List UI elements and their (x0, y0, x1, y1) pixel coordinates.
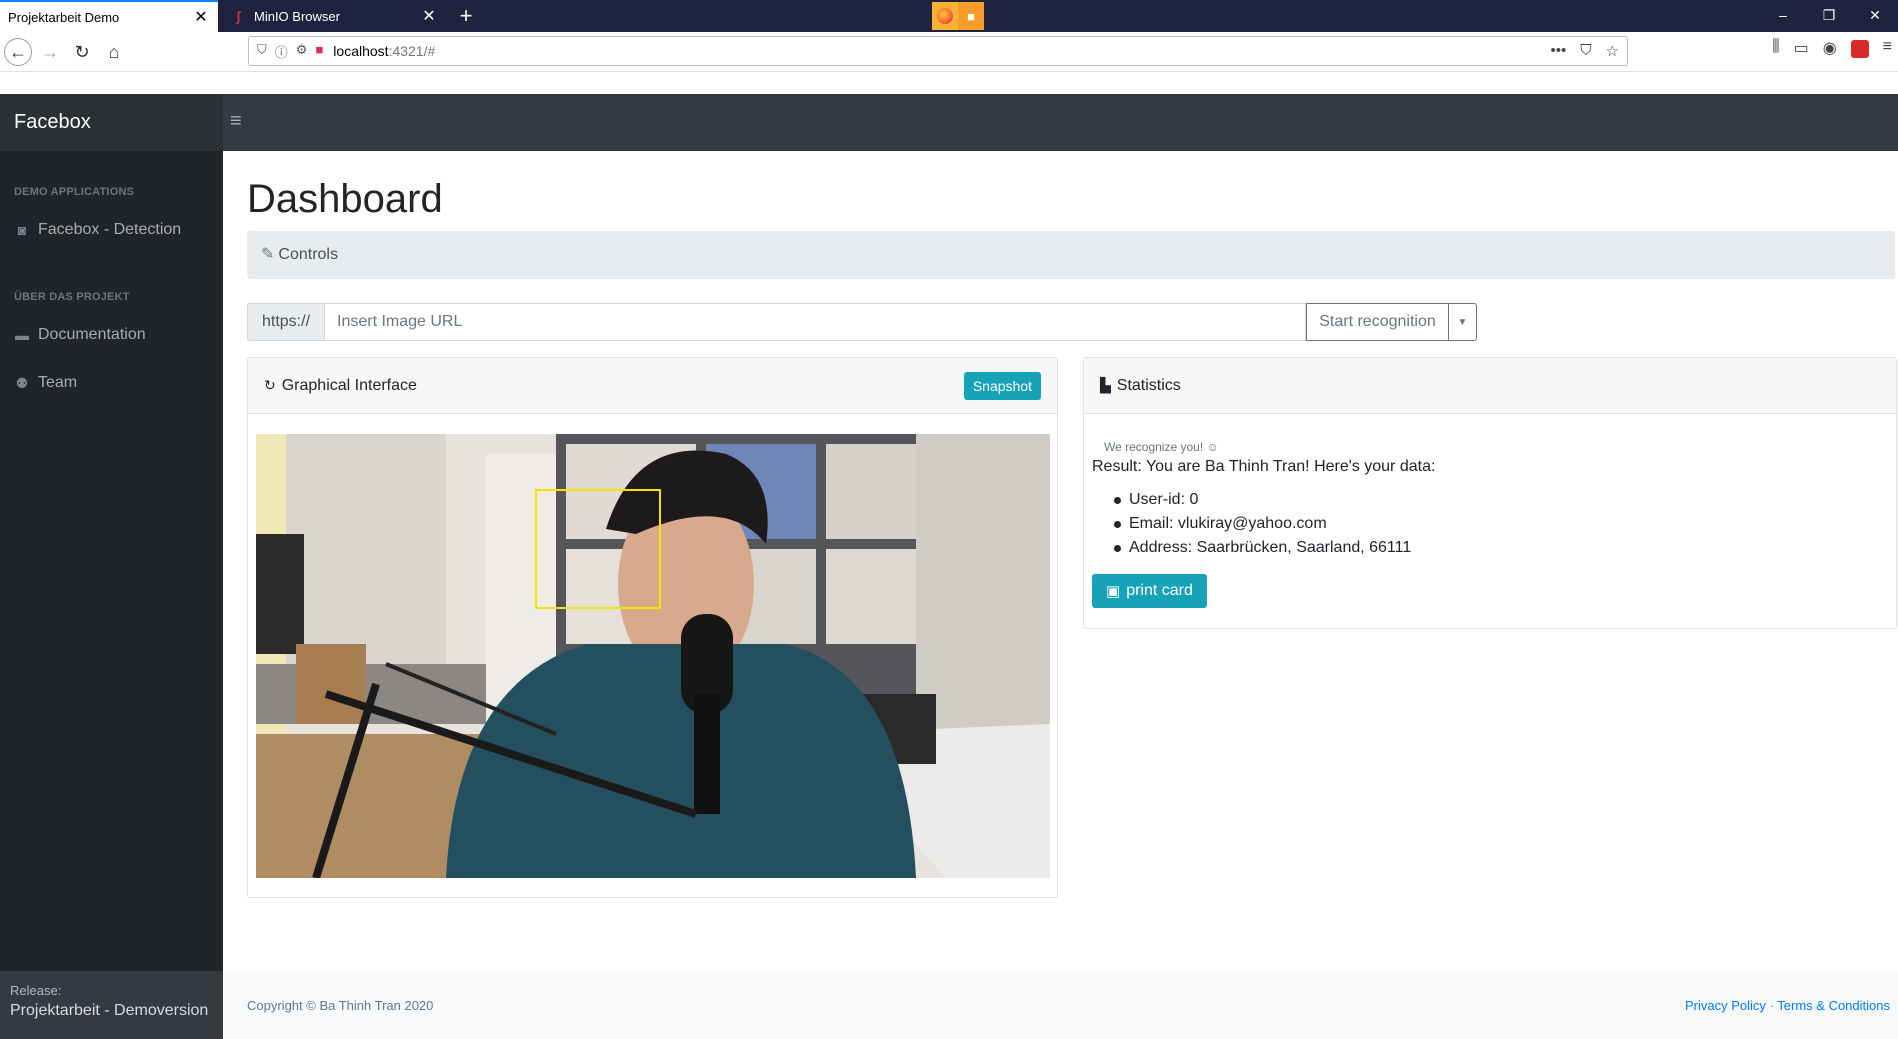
chevron-down-icon[interactable]: ▼ (1449, 303, 1477, 341)
firefox-icon (932, 2, 958, 30)
new-tab-button[interactable]: + (452, 2, 480, 30)
browser-tab-bar: Projektarbeit Demo ✕ ʃ MinIO Browser ✕ +… (0, 0, 1898, 32)
image-url-input[interactable] (325, 303, 1306, 341)
brand-logo[interactable]: Facebox (0, 94, 223, 151)
url-security-icons: ⛉ ⓘ ⚙ ■ (257, 42, 323, 61)
page-actions-icon[interactable]: ••• (1551, 42, 1567, 60)
sidebar-item-label: Facebox - Detection (38, 221, 182, 238)
sidebar-heading-demo: DEMO APPLICATIONS (14, 186, 135, 198)
tab-title: MinIO Browser (254, 8, 340, 24)
terms-conditions-link[interactable]: Terms & Conditions (1777, 998, 1890, 1013)
list-item-user-id: User-id: 0 (1114, 488, 1888, 512)
users-icon: ⚉ (15, 374, 29, 391)
user-data-list: User-id: 0 Email: vlukiray@yahoo.com Add… (1114, 488, 1888, 560)
print-card-label: print card (1126, 582, 1193, 599)
sidebar-item-label: Team (38, 374, 78, 391)
image-url-input-group: https:// Start recognition ▼ (247, 303, 1477, 341)
back-button[interactable]: ← (4, 38, 32, 66)
footer-links: Privacy Policy · Terms & Conditions (1685, 998, 1890, 1013)
sidebar-item-label: Documentation (38, 326, 146, 343)
sidebar-icon[interactable]: ▭ (1794, 38, 1809, 58)
card-header: ↻ Graphical Interface Snapshot (248, 358, 1057, 414)
close-icon[interactable]: ✕ (420, 6, 438, 26)
spinner-icon: ↻ (264, 377, 276, 393)
camera-icon: ◙ (17, 222, 27, 238)
tab-title: Projektarbeit Demo (8, 9, 120, 25)
controls-label: Controls (278, 246, 338, 263)
restore-button[interactable]: ❐ (1806, 0, 1852, 32)
url-path: :4321/# (388, 43, 436, 59)
page-top-margin (0, 72, 1898, 94)
card-title: Statistics (1116, 376, 1181, 394)
url-host: localhost (333, 43, 389, 59)
list-item-email: Email: vlukiray@yahoo.com (1114, 512, 1888, 536)
release-label: Release: (10, 983, 62, 998)
app-topbar: Facebox ≡ (0, 94, 1898, 151)
webcam-video (256, 434, 1050, 878)
minimize-button[interactable]: – (1760, 0, 1806, 32)
sharing-indicator[interactable]: ■ (932, 2, 984, 30)
camera-permission-icon[interactable]: ■ (315, 42, 323, 61)
graphical-interface-card: ↻ Graphical Interface Snapshot (247, 357, 1058, 898)
privacy-policy-link[interactable]: Privacy Policy (1685, 998, 1766, 1013)
camera-sharing-icon: ■ (958, 2, 984, 30)
sidebar: DEMO APPLICATIONS ◙ Facebox - Detection … (0, 151, 223, 1039)
main-content: Dashboard ✎Controls https:// Start recog… (223, 151, 1898, 971)
info-icon[interactable]: ⓘ (275, 42, 288, 61)
minio-logo-icon: ʃ (236, 8, 241, 24)
page-title: Dashboard (247, 177, 443, 221)
footer-separator: · (1769, 998, 1774, 1013)
card-header: ▙ Statistics (1084, 358, 1896, 414)
statistics-body: We recognize you! ☺ Result: You are Ba T… (1084, 414, 1896, 608)
controls-breadcrumb: ✎ Controls (247, 231, 1895, 279)
result-text: Result: You are Ba Thinh Tran! Here's yo… (1092, 458, 1436, 475)
print-card-button[interactable]: ▣ print card (1092, 574, 1207, 608)
snapshot-button[interactable]: Snapshot (963, 371, 1041, 400)
menu-icon[interactable]: ≡ (1883, 38, 1892, 58)
shield-icon[interactable]: ⛉ (257, 42, 267, 61)
copyright-text: Copyright © Ba Thinh Tran 2020 (247, 998, 434, 1013)
tab-projektarbeit-demo[interactable]: Projektarbeit Demo ✕ (0, 0, 218, 32)
sidebar-footer: Release: Projektarbeit - Demoversion (0, 971, 223, 1039)
browser-navbar: ← → ↻ ⌂ ⛉ ⓘ ⚙ ■ localhost:4321/# ••• ⛉ ☆… (0, 32, 1898, 72)
close-icon[interactable]: ✕ (192, 7, 210, 27)
account-icon[interactable]: ◉ (1823, 38, 1837, 58)
comment-icon: ▬ (15, 327, 29, 343)
url-actions: ••• ⛉ ☆ (1551, 42, 1619, 60)
sidebar-item-documentation[interactable]: ▬ Documentation (14, 326, 146, 344)
statistics-card: ▙ Statistics We recognize you! ☺ Result:… (1083, 357, 1897, 629)
id-card-icon: ▣ (1106, 583, 1121, 600)
webcam-frame (256, 434, 1050, 878)
release-value: Projektarbeit - Demoversion (10, 1002, 209, 1019)
pocket-icon[interactable]: ⛉ (1580, 42, 1591, 60)
sidebar-item-team[interactable]: ⚉ Team (14, 374, 77, 392)
permissions-icon[interactable]: ⚙ (296, 42, 308, 61)
home-button[interactable]: ⌂ (100, 38, 128, 66)
url-bar[interactable]: ⛉ ⓘ ⚙ ■ localhost:4321/# ••• ⛉ ☆ (248, 36, 1628, 66)
list-item-address: Address: Saarbrücken, Saarland, 66111 (1114, 536, 1888, 560)
sidebar-item-facebox-detection[interactable]: ◙ Facebox - Detection (14, 221, 181, 239)
library-icon[interactable]: ⫼ (1772, 38, 1779, 58)
reload-button[interactable]: ↻ (68, 38, 96, 66)
bookmark-star-icon[interactable]: ☆ (1606, 42, 1619, 60)
wrench-icon: ✎ (261, 246, 275, 263)
extension-icon[interactable] (1850, 40, 1869, 58)
forward-button[interactable]: → (36, 38, 64, 66)
hamburger-menu-icon[interactable]: ≡ (230, 110, 242, 133)
browser-toolbar-right: ⫼ ▭ ◉ ≡ (1772, 38, 1898, 58)
start-recognition-button[interactable]: Start recognition (1306, 303, 1449, 341)
window-controls: – ❐ ✕ (1760, 0, 1898, 32)
recognize-text: We recognize you! ☺ (1104, 440, 1219, 454)
close-window-button[interactable]: ✕ (1852, 0, 1898, 32)
tab-minio-browser[interactable]: ʃ MinIO Browser ✕ (228, 0, 446, 32)
app-footer: Copyright © Ba Thinh Tran 2020 Privacy P… (223, 971, 1898, 1039)
url-prefix: https:// (247, 303, 325, 341)
area-chart-icon: ▙ (1100, 377, 1111, 393)
sidebar-heading-project: ÜBER DAS PROJEKT (14, 291, 130, 303)
card-title: Graphical Interface (281, 376, 417, 394)
